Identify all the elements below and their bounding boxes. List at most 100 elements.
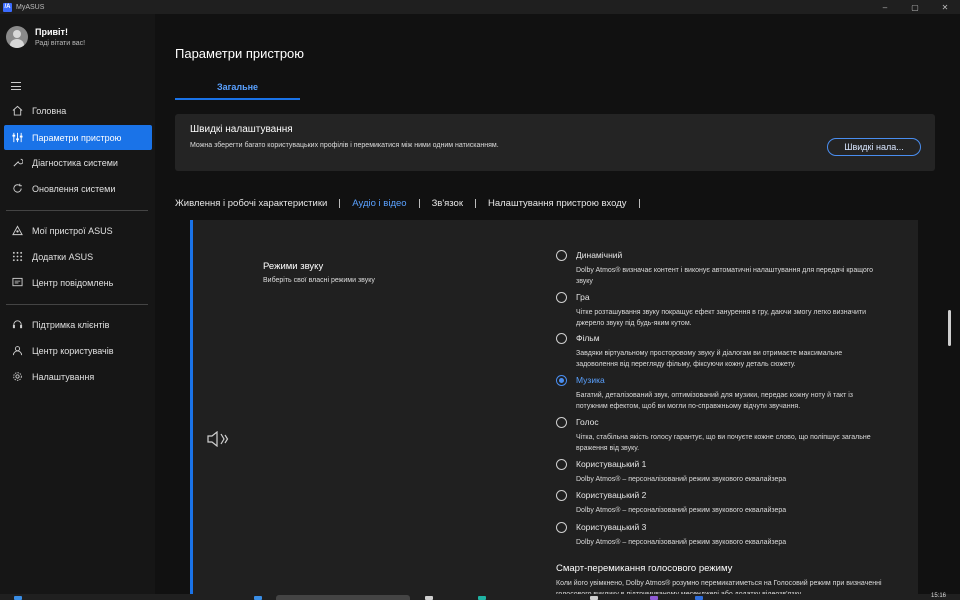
tab-power-performance[interactable]: Живлення і робочі характеристики <box>175 198 327 209</box>
main-content: Параметри пристрою Загальне Швидкі налаш… <box>155 14 960 600</box>
sound-modes-title: Режими звуку <box>263 261 324 272</box>
sound-mode-label: Користувацький 2 <box>576 490 647 500</box>
sound-mode-description: Dolby Atmos® визначає контент і виконує … <box>576 267 874 285</box>
avatar[interactable] <box>6 26 28 48</box>
tab-active-indicator <box>175 98 300 100</box>
sidebar-item-customer-support[interactable]: Підтримка клієнтів <box>4 312 152 337</box>
quick-settings-card: Швидкі налаштування Можна зберегти багат… <box>175 114 935 171</box>
sidebar-item-asus-apps[interactable]: Додатки ASUS <box>4 244 152 269</box>
taskbar-app-icon[interactable] <box>650 596 658 600</box>
user-icon <box>10 344 24 358</box>
sidebar-item-system-update[interactable]: Оновлення системи <box>4 176 152 201</box>
sound-mode-label: Користувацький 3 <box>576 522 647 532</box>
tab-general[interactable]: Загальне <box>175 82 300 92</box>
page-title: Параметри пристрою <box>175 46 305 61</box>
sidebar-item-label: Параметри пристрою <box>32 132 122 143</box>
home-icon <box>10 104 24 118</box>
tab-input-devices[interactable]: Налаштування пристрою входу <box>488 198 627 209</box>
radio-button[interactable] <box>556 417 567 428</box>
taskbar-app-icon[interactable] <box>254 596 262 600</box>
sidebar-item-label: Головна <box>32 105 67 116</box>
wrench-icon <box>10 156 24 170</box>
greeting-subtitle: Раді вітати вас! <box>35 40 86 47</box>
taskbar-app-icon[interactable] <box>478 596 486 600</box>
user-profile[interactable]: Привіт! Раді вітати вас! <box>6 26 85 48</box>
close-button[interactable]: ✕ <box>930 0 960 14</box>
window-title: MyASUS <box>16 3 45 11</box>
radio-button[interactable] <box>556 490 567 501</box>
sidebar-divider <box>6 210 148 211</box>
title-bar: /A MyASUS – ▢ ✕ <box>0 0 960 14</box>
sidebar-item-diagnostics[interactable]: Діагностика системи <box>4 150 152 175</box>
sound-mode-label: Музика <box>576 375 605 385</box>
sidebar-item-home[interactable]: Головна <box>4 98 152 123</box>
tab-audio-video[interactable]: Аудіо і відео <box>352 198 406 209</box>
tab-separator <box>339 198 341 208</box>
radio-button[interactable] <box>556 522 567 533</box>
radio-button[interactable] <box>556 459 567 470</box>
start-icon[interactable] <box>14 596 22 600</box>
sidebar-item-my-devices[interactable]: Мої пристрої ASUS <box>4 218 152 243</box>
sound-mode-description: Dolby Atmos® – персоналізований режим зв… <box>576 539 787 546</box>
headset-icon <box>10 318 24 332</box>
sound-mode-description: Багатий, деталізований звук, оптимізован… <box>576 392 854 410</box>
sidebar-item-device-settings[interactable]: Параметри пристрою <box>4 125 152 150</box>
taskbar-app-icon[interactable] <box>695 596 703 600</box>
taskbar-search[interactable] <box>276 595 410 600</box>
quick-settings-button[interactable]: Швидкі нала... <box>827 138 921 156</box>
minimize-button[interactable]: – <box>870 0 900 14</box>
sound-mode-label: Гра <box>576 292 590 302</box>
hamburger-menu-icon[interactable] <box>11 82 21 90</box>
triangle-icon <box>10 224 24 238</box>
radio-button-selected[interactable] <box>556 375 567 386</box>
greeting-title: Привіт! <box>35 27 68 37</box>
sidebar-item-user-center[interactable]: Центр користувачів <box>4 338 152 363</box>
sidebar-item-settings[interactable]: Налаштування <box>4 364 152 389</box>
taskbar-app-icon[interactable] <box>590 596 598 600</box>
sound-mode-label: Динамічний <box>576 250 623 260</box>
sound-mode-description: Чітке розташування звуку покращує ефект … <box>576 309 867 327</box>
sound-modes-subtitle: Виберіть свої власні режими звуку <box>263 277 375 284</box>
quick-settings-title: Швидкі налаштування <box>190 124 293 135</box>
scrollbar-thumb[interactable] <box>948 310 951 346</box>
sound-mode-description: Dolby Atmos® – персоналізований режим зв… <box>576 507 787 514</box>
sound-mode-label: Користувацький 1 <box>576 459 647 469</box>
message-icon <box>10 276 24 290</box>
grid-icon <box>10 250 24 264</box>
sidebar-item-label: Оновлення системи <box>32 183 116 194</box>
quick-settings-description: Можна зберегти багато користувацьких про… <box>190 142 499 149</box>
tab-separator <box>638 198 640 208</box>
radio-button[interactable] <box>556 333 567 344</box>
taskbar-clock: 15:16 <box>930 593 946 599</box>
gear-icon <box>10 370 24 384</box>
sliders-icon <box>10 131 24 145</box>
radio-button[interactable] <box>556 250 567 261</box>
sidebar-item-label: Мої пристрої ASUS <box>32 225 113 236</box>
sidebar-divider <box>6 304 148 305</box>
tab-connectivity[interactable]: Зв'язок <box>432 198 463 209</box>
sidebar-item-label: Центр повідомлень <box>32 277 114 288</box>
sidebar-item-message-center[interactable]: Центр повідомлень <box>4 270 152 295</box>
window-controls: – ▢ ✕ <box>870 0 960 14</box>
smart-voice-switch-title: Смарт-перемикання голосового режиму <box>556 563 733 574</box>
sidebar: Привіт! Раді вітати вас! Головна Парамет… <box>0 14 155 594</box>
taskbar-app-icon[interactable] <box>425 596 433 600</box>
taskbar: 15:16 <box>0 593 960 600</box>
sidebar-item-label: Діагностика системи <box>32 157 118 168</box>
sidebar-item-label: Додатки ASUS <box>32 251 94 262</box>
audio-modes-card: Режими звуку Виберіть свої власні режими… <box>190 220 918 600</box>
sound-mode-label: Фільм <box>576 333 600 343</box>
radio-button[interactable] <box>556 292 567 303</box>
tab-separator <box>418 198 420 208</box>
speaker-icon <box>207 431 229 447</box>
sidebar-item-label: Підтримка клієнтів <box>32 319 110 330</box>
sound-mode-description: Завдяки віртуальному просторовому звуку … <box>576 350 843 368</box>
sidebar-item-label: Налаштування <box>32 371 95 382</box>
sidebar-item-label: Центр користувачів <box>32 345 114 356</box>
sound-mode-description: Dolby Atmos® – персоналізований режим зв… <box>576 476 787 483</box>
sound-mode-label: Голос <box>576 417 599 427</box>
maximize-button[interactable]: ▢ <box>900 0 930 14</box>
sound-mode-description: Чітка, стабільна якість голосу гарантує,… <box>576 434 871 452</box>
refresh-icon <box>10 182 24 196</box>
asus-logo-icon: /A <box>3 2 12 12</box>
